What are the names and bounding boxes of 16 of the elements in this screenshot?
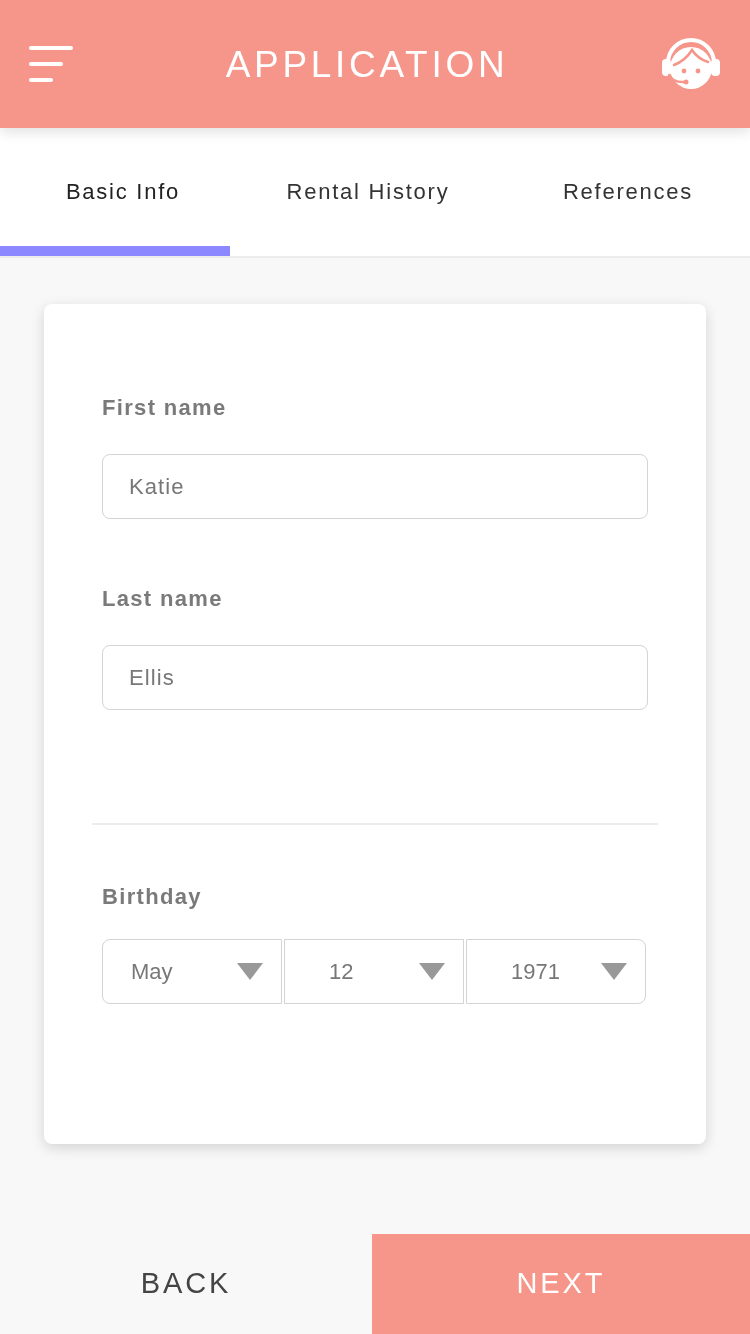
field-label: First name xyxy=(102,394,228,422)
dropdown[interactable]: May xyxy=(102,939,282,1004)
tab[interactable]: Basic Info xyxy=(0,128,230,256)
caret-icon xyxy=(601,963,627,980)
dropdown[interactable]: 1971 xyxy=(466,939,646,1004)
tab[interactable]: Rental History xyxy=(230,128,506,256)
header-title: APPLICATION xyxy=(225,45,509,83)
tab[interactable]: References xyxy=(506,128,750,256)
field-label: Birthday xyxy=(102,883,203,911)
field-label: Last name xyxy=(102,585,224,613)
dropdown[interactable]: 12 xyxy=(284,939,464,1004)
caret-icon xyxy=(419,963,445,980)
text-field[interactable]: Katie xyxy=(102,454,648,519)
caret-icon xyxy=(237,963,263,980)
text-field[interactable]: Ellis xyxy=(102,645,648,710)
menu-icon[interactable] xyxy=(29,46,73,82)
